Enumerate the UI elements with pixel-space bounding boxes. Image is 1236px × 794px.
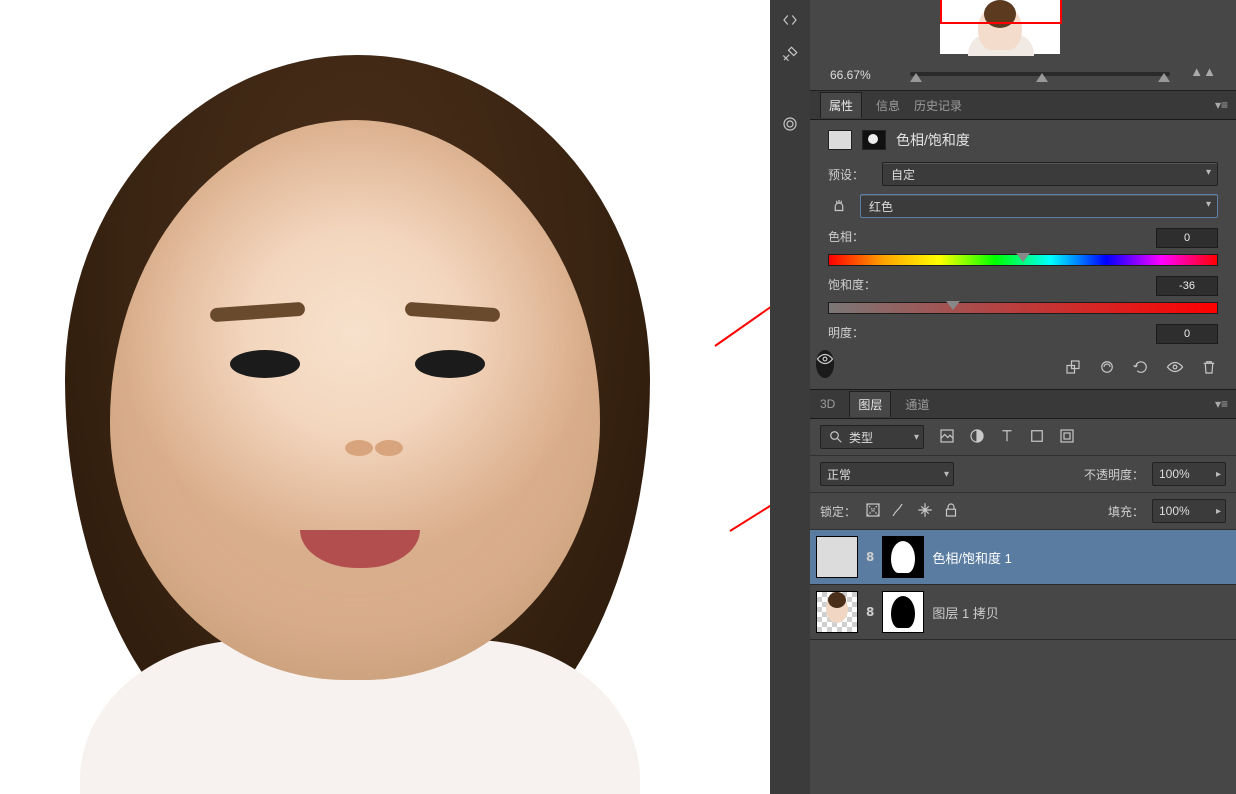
fill-dropdown[interactable]: 100% ▸	[1152, 499, 1226, 523]
saturation-label: 饱和度：	[828, 276, 876, 296]
preset-dropdown[interactable]: 自定 ▾	[882, 162, 1218, 186]
navigator-viewport-box[interactable]	[940, 0, 1062, 24]
blend-mode-dropdown[interactable]: 正常 ▾	[820, 462, 954, 486]
navigator-thumbnail[interactable]	[940, 0, 1060, 54]
portrait-eye	[230, 350, 300, 378]
properties-footer	[828, 358, 1218, 379]
layer-adjust-thumb[interactable]	[816, 536, 858, 578]
lightness-label: 明度：	[828, 324, 864, 344]
expand-panels-icon[interactable]	[772, 6, 808, 34]
hue-slider-group: 色相： 0	[828, 228, 1218, 266]
layer-mask-thumb[interactable]	[882, 536, 924, 578]
lock-all-icon[interactable]	[942, 501, 960, 522]
reset-icon[interactable]	[1132, 358, 1150, 379]
opacity-dropdown[interactable]: 100% ▸	[1152, 462, 1226, 486]
panel-tabs-top: 属性 信息 历史记录 ▾≡	[810, 91, 1236, 120]
zoom-in-icon[interactable]	[1158, 67, 1170, 82]
fill-value: 100%	[1159, 504, 1190, 518]
targeted-adjust-icon[interactable]	[828, 195, 850, 217]
layer-filter-type-dropdown[interactable]: 类型 ▾	[820, 425, 924, 449]
properties-title: 色相/饱和度	[896, 130, 970, 150]
hue-label: 色相：	[828, 228, 864, 248]
mask-link-icon[interactable]: 𝟴	[866, 605, 874, 619]
portrait-eye	[415, 350, 485, 378]
chevron-down-icon: ▸	[1216, 469, 1221, 480]
panel-menu-icon[interactable]: ▾≡	[1215, 397, 1228, 411]
preset-label: 预设：	[828, 166, 882, 183]
saturation-slider-group: 饱和度： -36	[828, 276, 1218, 314]
blend-mode-value: 正常	[827, 466, 851, 483]
tab-properties[interactable]: 属性	[820, 92, 862, 118]
delete-adjustment-icon[interactable]	[1200, 358, 1218, 379]
opacity-value: 100%	[1159, 467, 1190, 481]
properties-panel: 色相/饱和度 预设： 自定 ▾ 红色 ▾ 色相	[810, 120, 1236, 390]
tab-info[interactable]: 信息	[876, 97, 900, 114]
chevron-down-icon: ▾	[914, 432, 919, 443]
panel-menu-icon[interactable]: ▾≡	[1215, 98, 1228, 112]
slider-thumb[interactable]	[1016, 253, 1030, 269]
filter-pixel-icon[interactable]	[938, 427, 956, 448]
channel-dropdown[interactable]: 红色 ▾	[860, 194, 1218, 218]
slider-thumb[interactable]	[946, 301, 960, 317]
filter-smart-icon[interactable]	[1058, 427, 1076, 448]
navigator-panel: 66.67% ▲▲	[810, 0, 1236, 91]
preset-value: 自定	[891, 166, 915, 183]
tab-3d[interactable]: 3D	[820, 397, 835, 411]
opacity-label: 不透明度：	[1084, 466, 1144, 483]
lock-label: 锁定：	[820, 503, 856, 520]
panel-tabs-bottom: 3D 图层 通道 ▾≡	[810, 390, 1236, 419]
channel-value: 红色	[869, 198, 893, 215]
layer-img-thumb[interactable]	[816, 591, 858, 633]
filter-adjust-icon[interactable]	[968, 427, 986, 448]
filter-type-text-icon[interactable]	[998, 427, 1016, 448]
zoom-slider[interactable]: ▲▲	[910, 72, 1170, 76]
mask-icon[interactable]	[862, 130, 886, 150]
chevron-down-icon: ▾	[944, 469, 949, 480]
clip-to-layer-icon[interactable]	[1064, 358, 1082, 379]
adjustment-icon[interactable]	[828, 130, 852, 150]
hue-value-input[interactable]: 0	[1156, 228, 1218, 248]
layer-visibility-toggle[interactable]	[816, 350, 834, 378]
layer-row[interactable]: 𝟴 色相/饱和度 1	[810, 530, 1236, 585]
document-canvas[interactable]	[0, 0, 760, 794]
hue-slider[interactable]	[828, 254, 1218, 266]
collapsed-panel-strip	[770, 0, 811, 794]
mask-link-icon[interactable]: 𝟴	[866, 550, 874, 564]
portrait-nose	[345, 440, 373, 456]
lock-paint-icon[interactable]	[890, 501, 908, 522]
saturation-value-input[interactable]: -36	[1156, 276, 1218, 296]
layers-panel: 类型 ▾ 正常 ▾ 不透明度： 100%	[810, 419, 1236, 640]
layer-name[interactable]: 图层 1 拷贝	[932, 603, 998, 622]
lightness-slider-group: 明度： 0	[828, 324, 1218, 344]
zoom-readout[interactable]: 66.67%	[830, 68, 871, 82]
side-panels: 66.67% ▲▲ 属性 信息 历史记录 ▾≡ 色相/饱和度 预设：	[810, 0, 1236, 794]
chevron-down-icon: ▸	[1216, 506, 1221, 517]
filter-shape-icon[interactable]	[1028, 427, 1046, 448]
zoom-out-icon[interactable]	[910, 67, 922, 82]
tab-history[interactable]: 历史记录	[914, 97, 962, 114]
saturation-slider[interactable]	[828, 302, 1218, 314]
view-previous-icon[interactable]	[1098, 358, 1116, 379]
lightness-value-input[interactable]: 0	[1156, 324, 1218, 344]
chevron-down-icon: ▾	[1206, 167, 1211, 178]
tab-channels[interactable]: 通道	[905, 396, 929, 413]
layer-row[interactable]: 𝟴 图层 1 拷贝	[810, 585, 1236, 640]
layer-name[interactable]: 色相/饱和度 1	[932, 548, 1011, 567]
lock-transparency-icon[interactable]	[864, 501, 882, 522]
toggle-visibility-icon[interactable]	[1166, 358, 1184, 379]
filter-type-label: 类型	[849, 429, 873, 446]
fill-label: 填充：	[1108, 503, 1144, 520]
creative-cloud-icon[interactable]	[772, 110, 808, 138]
zoom-mountains-icon[interactable]: ▲▲	[1190, 64, 1216, 79]
lock-position-icon[interactable]	[916, 501, 934, 522]
layer-mask-thumb[interactable]	[882, 591, 924, 633]
tools-icon[interactable]	[772, 40, 808, 68]
zoom-thumb[interactable]	[1036, 67, 1048, 82]
tab-layers[interactable]: 图层	[849, 391, 891, 417]
chevron-down-icon: ▾	[1206, 199, 1211, 210]
